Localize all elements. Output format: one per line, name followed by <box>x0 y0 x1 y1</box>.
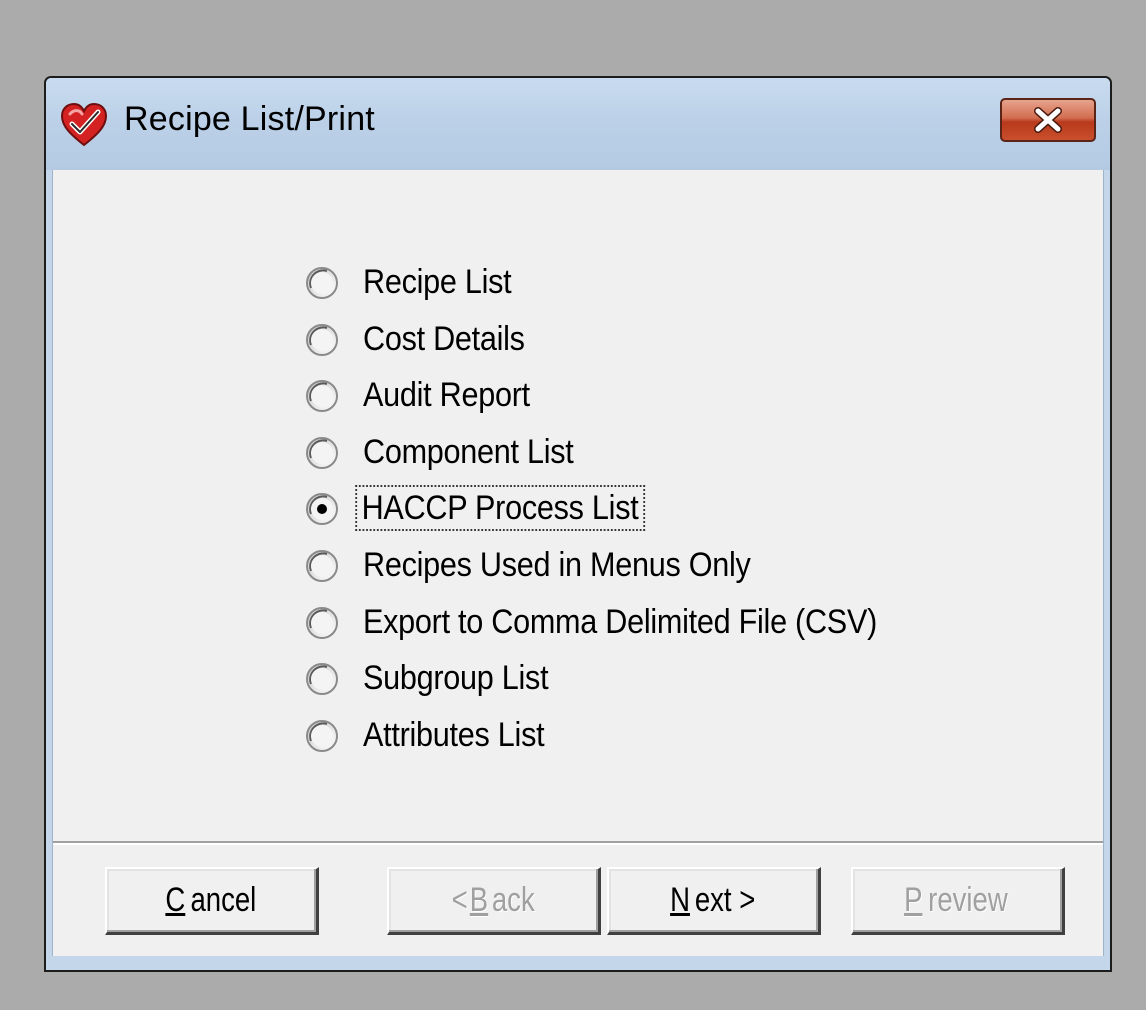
radio-selected-icon[interactable] <box>305 492 339 526</box>
radio-unselected-icon[interactable] <box>305 323 339 357</box>
radio-option-label: Export to Comma Delimited File (CSV) <box>363 603 878 641</box>
preview-mnemonic: P <box>904 881 923 919</box>
back-button[interactable]: < Back <box>387 867 601 935</box>
radio-unselected-icon[interactable] <box>305 662 339 696</box>
radio-unselected-icon[interactable] <box>305 719 339 753</box>
next-button[interactable]: Next > <box>607 867 821 935</box>
heart-check-icon <box>60 102 108 148</box>
close-icon <box>1034 107 1062 133</box>
preview-button[interactable]: Preview <box>851 867 1065 935</box>
cancel-mnemonic: C <box>164 881 185 919</box>
radio-option-label: Subgroup List <box>363 659 549 697</box>
radio-unselected-icon[interactable] <box>305 549 339 583</box>
radio-option-label: Component List <box>363 433 574 471</box>
radio-option-label: Attributes List <box>363 716 545 754</box>
next-label-rest: ext > <box>694 881 755 919</box>
radio-option-label: Audit Report <box>363 376 530 414</box>
close-button[interactable] <box>1000 98 1096 142</box>
radio-option-label: HACCP Process List <box>355 485 645 531</box>
radio-option-label: Recipes Used in Menus Only <box>363 546 751 584</box>
title-bar[interactable]: Recipe List/Print <box>46 78 1110 170</box>
window-title: Recipe List/Print <box>124 100 375 138</box>
next-mnemonic: N <box>669 881 690 919</box>
radio-unselected-icon[interactable] <box>305 266 339 300</box>
preview-label-rest: review <box>927 881 1008 919</box>
cancel-button[interactable]: Cancel <box>105 867 319 935</box>
back-label-rest: ack <box>491 881 535 919</box>
back-prefix: < <box>451 881 468 919</box>
radio-unselected-icon[interactable] <box>305 436 339 470</box>
radio-unselected-icon[interactable] <box>305 379 339 413</box>
cancel-label-rest: ancel <box>189 881 256 919</box>
radio-option-label: Recipe List <box>363 263 512 301</box>
window-bottom-border <box>46 956 1110 970</box>
radio-unselected-icon[interactable] <box>305 606 339 640</box>
radio-option-label: Cost Details <box>363 320 525 358</box>
recipe-list-print-dialog: Recipe List/Print Recipe List Cost Detail… <box>44 76 1112 972</box>
separator-line <box>53 841 1103 845</box>
back-mnemonic: B <box>469 881 488 919</box>
dialog-body: Recipe List Cost Details Audit Report Compo… <box>52 170 1104 960</box>
